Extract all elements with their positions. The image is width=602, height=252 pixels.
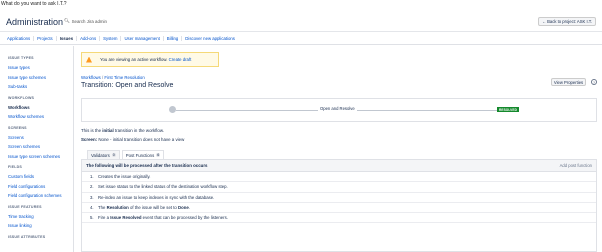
sidebar-group-issue-attributes: ISSUE ATTRIBUTES bbox=[8, 235, 73, 239]
transition-description: This is the initial transition in the wo… bbox=[81, 128, 164, 133]
sidebar-item-custom-fields[interactable]: Custom fields bbox=[8, 172, 73, 182]
post-function-text: Fire a Issue Resolved event that can be … bbox=[98, 215, 228, 221]
search-icon: 🔍︎ bbox=[64, 18, 70, 23]
nav-user-management[interactable]: User management bbox=[121, 36, 164, 41]
row-number: 1. bbox=[90, 174, 94, 180]
sidebar-group-issue-types: ISSUE TYPES Issue types Issue type schemes… bbox=[8, 56, 73, 92]
admin-nav: Applications Projects Issues Add-ons System U… bbox=[0, 33, 602, 45]
sidebar-heading: WORKFLOWS bbox=[8, 95, 35, 100]
sidebar-item-sub-tasks[interactable]: Sub-tasks bbox=[8, 82, 73, 92]
transition-tabs: Validators 0 Post Functions 6 bbox=[87, 150, 165, 159]
breadcrumb-workflow-name[interactable]: First Time Resolution bbox=[104, 75, 144, 80]
sidebar-item-workflow-schemes[interactable]: Workflow schemes bbox=[8, 112, 73, 122]
post-function-row: 2. Set issue status to the linked status … bbox=[82, 182, 596, 193]
nav-system[interactable]: System bbox=[100, 36, 122, 41]
nav-add-ons[interactable]: Add-ons bbox=[77, 36, 101, 41]
validators-count: 0 bbox=[111, 153, 116, 157]
sidebar-item-issue-linking[interactable]: Issue linking bbox=[8, 221, 73, 231]
create-draft-link[interactable]: Create draft bbox=[169, 57, 192, 62]
post-function-row: 3. Re-index an issue to keep indexes in s… bbox=[82, 193, 596, 203]
row-number: 2. bbox=[90, 184, 94, 190]
post-function-text: Creates the issue originally. bbox=[98, 174, 151, 180]
admin-search[interactable]: 🔍︎ Search Jira admin bbox=[64, 18, 124, 24]
admin-header: Administration 🔍︎ Search Jira admin ← Ba… bbox=[0, 8, 602, 32]
breadcrumb-workflows[interactable]: Workflows bbox=[81, 75, 101, 80]
sidebar-group-issue-features: ISSUE FEATURES Time tracking Issue linking bbox=[8, 205, 73, 231]
question-text: What do you want to ask I.T.? bbox=[1, 1, 67, 7]
transition-diagram: Open and Resolve RESOLVED bbox=[81, 98, 597, 122]
main-content: You are viewing an active workflow. Crea… bbox=[81, 46, 598, 252]
nav-projects[interactable]: Projects bbox=[34, 36, 57, 41]
sidebar-heading: ISSUE ATTRIBUTES bbox=[8, 234, 46, 239]
sidebar-item-issue-type-screen-schemes[interactable]: Issue type screen schemes bbox=[8, 152, 73, 162]
sidebar: ISSUE TYPES Issue types Issue type schemes… bbox=[0, 46, 74, 252]
post-function-row: 1. Creates the issue originally. bbox=[82, 172, 596, 183]
sidebar-heading: FIELDS bbox=[8, 165, 22, 169]
tab-validators[interactable]: Validators 0 bbox=[87, 150, 120, 159]
breadcrumb: Workflows / First Time Resolution bbox=[81, 75, 145, 80]
nav-discover-new-applications[interactable]: Discover new applications bbox=[182, 36, 238, 41]
sidebar-item-workflows[interactable]: Workflows bbox=[8, 103, 73, 113]
nav-billing[interactable]: Billing bbox=[164, 36, 183, 41]
transition-title: Transition: Open and Resolve bbox=[81, 82, 174, 89]
sidebar-item-field-configurations[interactable]: Field configurations bbox=[8, 182, 73, 192]
sidebar-item-screens[interactable]: Screens bbox=[8, 133, 73, 143]
initial-node bbox=[169, 106, 176, 113]
row-number: 4. bbox=[90, 205, 94, 211]
row-number: 5. bbox=[90, 215, 94, 221]
post-function-text: Set issue status to the linked status of… bbox=[98, 184, 228, 190]
banner-text: You are viewing an active workflow. Crea… bbox=[100, 57, 192, 62]
breadcrumb-separator: / bbox=[101, 75, 104, 80]
post-functions-heading: The following will be processed after th… bbox=[86, 163, 208, 168]
sidebar-group-workflows: WORKFLOWS Workflows Workflow schemes bbox=[8, 96, 73, 122]
back-arrow-icon: ← bbox=[541, 19, 547, 24]
sidebar-heading: SCREENS bbox=[8, 125, 27, 130]
post-functions-list: 1. Creates the issue originally. 2. Set iss… bbox=[82, 172, 596, 224]
sidebar-heading: ISSUE FEATURES bbox=[8, 204, 42, 209]
tab-post-functions[interactable]: Post Functions 6 bbox=[121, 150, 165, 159]
page-title: Administration bbox=[6, 17, 64, 27]
post-functions-header: The following will be processed after th… bbox=[82, 160, 596, 172]
add-post-function-link[interactable]: Add post function bbox=[560, 163, 592, 168]
transition-label: Open and Resolve bbox=[318, 106, 357, 111]
nav-applications[interactable]: Applications bbox=[4, 36, 35, 41]
sidebar-item-time-tracking[interactable]: Time tracking bbox=[8, 212, 73, 222]
sidebar-group-screens: SCREENS Screens Screen schemes Issue type s… bbox=[8, 126, 73, 162]
sidebar-item-issue-types[interactable]: Issue types bbox=[8, 63, 73, 73]
screen-description: Screen: None - initial transition does n… bbox=[81, 137, 185, 142]
row-number: 3. bbox=[90, 194, 94, 200]
warning-icon bbox=[86, 56, 92, 63]
sidebar-item-screen-schemes[interactable]: Screen schemes bbox=[8, 142, 73, 152]
post-functions-count: 6 bbox=[156, 153, 161, 157]
post-function-row: 5. Fire a Issue Resolved event that can b… bbox=[82, 213, 596, 224]
post-function-text: The Resolution of the issue will be set … bbox=[98, 205, 190, 211]
view-properties-button[interactable]: View Properties bbox=[551, 78, 586, 86]
back-to-project-label: Back to project: ASK I.T. bbox=[547, 19, 593, 24]
back-to-project-button[interactable]: ← Back to project: ASK I.T. bbox=[538, 17, 596, 26]
help-icon[interactable]: ? bbox=[591, 79, 597, 85]
sidebar-heading: ISSUE TYPES bbox=[8, 56, 34, 60]
post-function-row: 4. The Resolution of the issue will be se… bbox=[82, 203, 596, 214]
active-workflow-banner: You are viewing an active workflow. Crea… bbox=[81, 52, 219, 67]
post-function-text: Re-index an issue to keep indexes in syn… bbox=[98, 194, 215, 200]
status-resolved-lozenge: RESOLVED bbox=[497, 107, 519, 112]
sidebar-item-issue-type-schemes[interactable]: Issue type schemes bbox=[8, 73, 73, 83]
sidebar-item-field-configuration-schemes[interactable]: Field configuration schemes bbox=[8, 191, 73, 201]
post-functions-panel: The following will be processed after th… bbox=[81, 159, 597, 252]
nav-issues[interactable]: Issues bbox=[57, 36, 78, 41]
search-input[interactable]: Search Jira admin bbox=[72, 19, 107, 24]
sidebar-group-fields: FIELDS Custom fields Field configurations F… bbox=[8, 165, 73, 201]
